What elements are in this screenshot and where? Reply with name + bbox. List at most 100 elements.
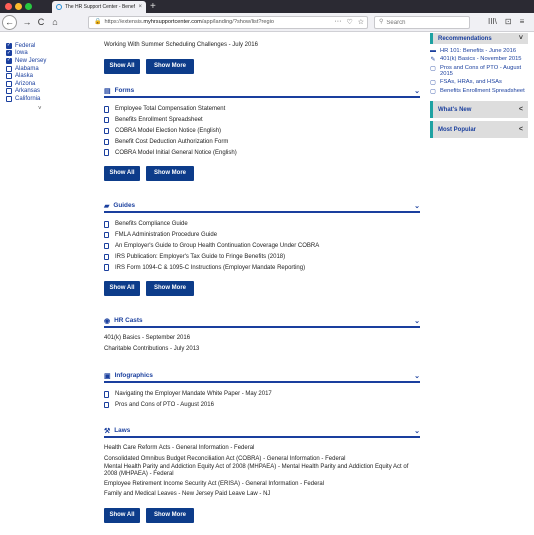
back-button[interactable]: ← bbox=[2, 15, 17, 30]
list-item[interactable]: COBRA Model Initial General Notice (Engl… bbox=[104, 147, 420, 158]
checkbox-unchecked-icon[interactable] bbox=[6, 73, 12, 80]
recommendation-item[interactable]: ▢ Benefits Enrollment Spreadsheet bbox=[430, 88, 528, 95]
list-item[interactable]: IRS Form 1094-C & 1095-C Instructions (E… bbox=[104, 262, 420, 273]
play-circle-icon: ◉ bbox=[104, 317, 111, 325]
section-title: Guides bbox=[113, 202, 136, 209]
guides-section-header[interactable]: ▰ Guides ⌄ bbox=[104, 202, 420, 213]
forms-section-header[interactable]: ▤ Forms ⌄ bbox=[104, 87, 420, 98]
recommendation-item[interactable]: ✎ 401(k) Basics - November 2015 bbox=[430, 56, 528, 63]
list-item[interactable]: Family and Medical Leaves - New Jersey P… bbox=[104, 489, 420, 500]
checkbox-unchecked-icon[interactable] bbox=[6, 80, 12, 87]
infographics-section: ▣ Infographics ⌄ Navigating the Employer … bbox=[104, 372, 420, 411]
hr-casts-section-header[interactable]: ◉ HR Casts ⌄ bbox=[104, 317, 420, 328]
tab-close-icon[interactable]: × bbox=[138, 4, 142, 10]
show-more-button[interactable]: Show More bbox=[146, 58, 194, 74]
state-filter-federal[interactable]: ✓ Federal bbox=[6, 42, 84, 50]
page-actions-icon[interactable]: ··· bbox=[334, 18, 341, 25]
state-filter-arizona[interactable]: Arizona bbox=[6, 80, 84, 88]
most-popular-panel[interactable]: Most Popular < bbox=[430, 121, 528, 138]
state-filter-alaska[interactable]: Alaska bbox=[6, 72, 84, 80]
state-filter-arkansas[interactable]: Arkansas bbox=[6, 88, 84, 96]
minimize-window-button[interactable] bbox=[15, 3, 22, 10]
maximize-window-button[interactable] bbox=[25, 3, 32, 10]
checkbox-unchecked-icon[interactable] bbox=[6, 88, 12, 95]
document-icon bbox=[104, 401, 109, 409]
list-item[interactable]: An Employer's Guide to Group Health Cont… bbox=[104, 241, 420, 252]
chevron-down-icon[interactable]: ⌄ bbox=[414, 202, 420, 210]
search-box[interactable]: ⚲ bbox=[374, 16, 470, 29]
recommendations-header[interactable]: Recommendations ˅ bbox=[430, 33, 528, 44]
show-all-button[interactable]: Show All bbox=[104, 58, 140, 74]
checkbox-checked-icon[interactable]: ✓ bbox=[6, 50, 12, 57]
show-more-button[interactable]: Show More bbox=[146, 280, 194, 296]
bookmark-star-icon[interactable]: ☆ bbox=[358, 18, 364, 26]
list-item[interactable]: Benefits Compliance Guide bbox=[104, 219, 420, 230]
state-label: Iowa bbox=[15, 50, 28, 57]
infographics-section-header[interactable]: ▣ Infographics ⌄ bbox=[104, 372, 420, 383]
state-filter-california[interactable]: California bbox=[6, 95, 84, 103]
list-item[interactable]: 401(k) Basics - September 2016 bbox=[104, 333, 420, 344]
document-icon: ▢ bbox=[430, 89, 436, 95]
expand-states-chevron-icon[interactable]: ˅ bbox=[38, 106, 84, 112]
document-icon bbox=[104, 116, 109, 124]
sidebar-icon[interactable]: ⊡ bbox=[505, 17, 512, 26]
whats-new-panel[interactable]: What's New < bbox=[430, 101, 528, 118]
list-item-label: IRS Form 1094-C & 1095-C Instructions (E… bbox=[115, 264, 306, 271]
recommendation-item[interactable]: ▢ Pros and Cons of PTO - August 2015 bbox=[430, 65, 528, 77]
list-item[interactable]: Employee Total Compensation Statement bbox=[104, 104, 420, 115]
state-filter-new-jersey[interactable]: ✓ New Jersey bbox=[6, 57, 84, 65]
chevron-left-icon[interactable]: < bbox=[519, 106, 523, 113]
list-item[interactable]: IRS Publication: Employer's Tax Guide to… bbox=[104, 251, 420, 262]
state-filter-iowa[interactable]: ✓ Iowa bbox=[6, 50, 84, 58]
checkbox-unchecked-icon[interactable] bbox=[6, 95, 12, 102]
checkbox-checked-icon[interactable]: ✓ bbox=[6, 57, 12, 64]
state-filter-alabama[interactable]: Alabama bbox=[6, 65, 84, 73]
hr-casts-list: 401(k) Basics - September 2016 Charitabl… bbox=[104, 333, 420, 354]
checkbox-checked-icon[interactable]: ✓ bbox=[6, 42, 12, 49]
show-all-button[interactable]: Show All bbox=[104, 165, 140, 181]
chevron-left-icon[interactable]: < bbox=[519, 126, 523, 133]
list-item[interactable]: Benefits Enrollment Spreadsheet bbox=[104, 115, 420, 126]
recommendation-item[interactable]: ▢ FSAs, HRAs, and HSAs bbox=[430, 79, 528, 86]
right-sidebar: Recommendations ˅ ▬ HR 101: Benefits - Ju… bbox=[430, 33, 528, 138]
chevron-down-icon[interactable]: ˅ bbox=[519, 35, 523, 42]
checkbox-unchecked-icon[interactable] bbox=[6, 65, 12, 72]
list-item[interactable]: Navigating the Employer Mandate White Pa… bbox=[104, 389, 420, 400]
list-item[interactable]: Working With Summer Scheduling Challenge… bbox=[104, 40, 420, 51]
list-item[interactable]: Pros and Cons of PTO - August 2016 bbox=[104, 400, 420, 411]
list-item[interactable]: Benefit Cost Deduction Authorization For… bbox=[104, 136, 420, 147]
list-item[interactable]: COBRA Model Election Notice (English) bbox=[104, 126, 420, 137]
forms-section: ▤ Forms ⌄ Employee Total Compensation Sta… bbox=[104, 87, 420, 181]
recommendation-item[interactable]: ▬ HR 101: Benefits - June 2016 bbox=[430, 48, 528, 54]
forward-button[interactable]: → bbox=[22, 17, 32, 28]
document-icon bbox=[104, 231, 109, 239]
show-more-button[interactable]: Show More bbox=[146, 507, 194, 523]
list-item[interactable]: Consolidated Omnibus Budget Reconciliati… bbox=[104, 454, 420, 465]
library-icon[interactable]: III\ bbox=[488, 17, 497, 26]
section-title: Forms bbox=[114, 87, 135, 94]
browser-tab[interactable]: The HR Support Center - Benef × bbox=[52, 1, 146, 13]
chevron-down-icon[interactable]: ⌄ bbox=[414, 87, 420, 95]
show-all-button[interactable]: Show All bbox=[104, 507, 140, 523]
show-more-button[interactable]: Show More bbox=[146, 165, 194, 181]
tab-title: The HR Support Center - Benef bbox=[65, 4, 136, 10]
reload-button[interactable]: C bbox=[36, 17, 46, 28]
gavel-icon: ⚒ bbox=[104, 427, 111, 435]
button-group: Show All Show More bbox=[104, 507, 420, 523]
show-all-button[interactable]: Show All bbox=[104, 280, 140, 296]
chevron-down-icon[interactable]: ⌄ bbox=[414, 317, 420, 325]
list-item[interactable]: Health Care Reform Acts - General Inform… bbox=[104, 443, 420, 454]
search-input[interactable] bbox=[386, 19, 467, 26]
home-button[interactable]: ⌂ bbox=[50, 17, 60, 28]
menu-icon[interactable]: ≡ bbox=[520, 17, 525, 26]
list-item[interactable]: FMLA Administration Procedure Guide bbox=[104, 230, 420, 241]
new-tab-button[interactable]: + bbox=[150, 1, 156, 12]
chevron-down-icon[interactable]: ⌄ bbox=[414, 372, 420, 380]
list-item[interactable]: Charitable Contributions - July 2013 bbox=[104, 344, 420, 355]
list-item[interactable]: Employee Retirement Income Security Act … bbox=[104, 479, 420, 490]
close-window-button[interactable] bbox=[5, 3, 12, 10]
pocket-icon[interactable]: ♡ bbox=[346, 18, 352, 26]
list-item[interactable]: Mental Health Parity and Addiction Equit… bbox=[104, 464, 420, 479]
laws-section-header[interactable]: ⚒ Laws ⌄ bbox=[104, 427, 420, 438]
chevron-down-icon[interactable]: ⌄ bbox=[414, 427, 420, 435]
